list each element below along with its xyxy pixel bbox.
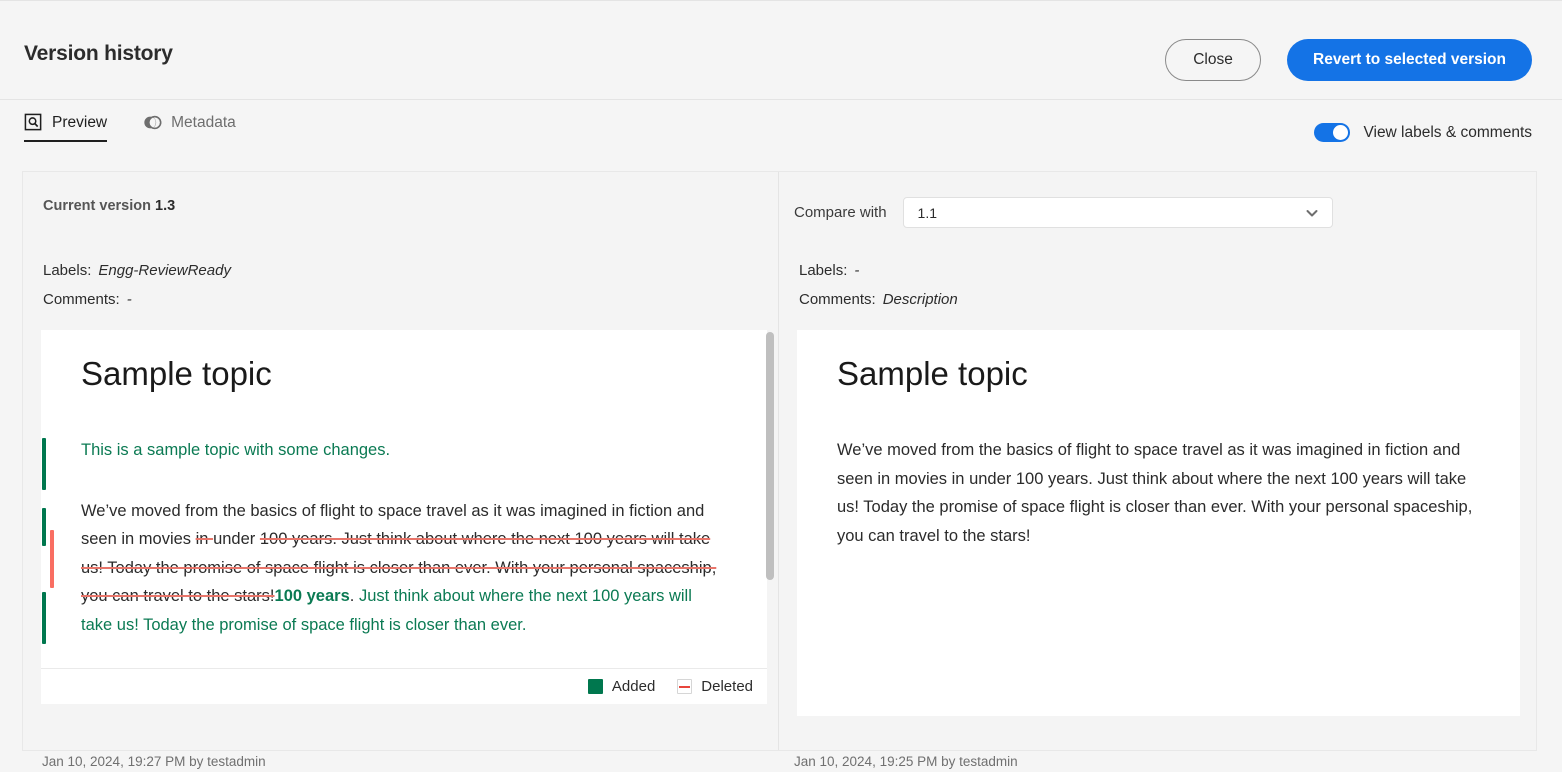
comments-value: - [126,291,132,308]
dialog-header: Version history Close Revert to selected… [0,2,1562,100]
comments-value: Description [882,291,958,308]
labels-value: - [854,262,860,279]
current-version-header: Current version 1.3 Labels: Engg-ReviewRe… [23,172,778,324]
labels-row: Labels: Engg-ReviewReady [43,256,231,285]
tab-preview-label: Preview [52,113,108,131]
labels-value: Engg-ReviewReady [98,262,231,279]
version-select[interactable]: 1.1 [902,197,1333,228]
revert-to-selected-version-button[interactable]: Revert to selected version [1287,39,1532,81]
diff-added-paragraph: This is a sample topic with some changes… [81,441,391,460]
diff-marker-added [42,592,46,644]
version-select-value: 1.1 [917,204,938,221]
added-swatch-icon [587,679,603,694]
panels-footer: Jan 10, 2024, 19:27 PM by testadmin Jan … [22,753,1537,772]
legend-item-added: Added [587,678,656,695]
diff-legend: Added Deleted [41,668,767,704]
compare-version-panel: Compare with 1.1 Labels: - Comments: Des… [779,172,1536,750]
tabs-row: Preview Metadata View labels & comments [0,101,1562,169]
current-version-panel: Current version 1.3 Labels: Engg-ReviewRe… [23,172,779,750]
compare-document-title: Sample topic [837,355,1028,392]
current-version-timestamp: Jan 10, 2024, 19:27 PM by testadmin [42,754,266,769]
diff-gutter [41,330,57,644]
compare-version-header: Compare with 1.1 Labels: - Comments: Des… [779,172,1536,324]
diff-document-card: Sample topic This is a sample topic with… [41,330,767,704]
compare-document-card: Sample topic We’ve moved from the basics… [797,330,1520,716]
current-version-meta: Labels: Engg-ReviewReady Comments: - [43,256,231,314]
diff-run-added-bold: 100 years [274,587,350,606]
comments-row: Comments: Description [799,285,958,314]
compare-version-timestamp: Jan 10, 2024, 19:25 PM by testadmin [794,754,1018,769]
compare-version-meta: Labels: - Comments: Description [799,256,958,314]
comments-key: Comments: [43,291,120,308]
diff-marker-added [42,508,46,546]
comments-row: Comments: - [43,285,231,314]
header-actions: Close Revert to selected version [1165,39,1532,81]
diff-run-deleted: in [195,530,214,549]
diff-scrollbar-thumb[interactable] [766,332,774,580]
comments-key: Comments: [799,291,876,308]
metadata-venn-icon [143,113,162,132]
compare-version-footer: Jan 10, 2024, 19:25 PM by testadmin [779,753,1537,772]
page-title: Version history [24,42,173,65]
diff-document-title: Sample topic [81,355,272,392]
legend-added-label: Added [611,678,656,695]
tab-metadata[interactable]: Metadata [143,113,236,142]
diff-document-body: Sample topic This is a sample topic with… [41,330,767,644]
chevron-down-icon [1304,205,1320,221]
diff-scrollbar[interactable] [765,330,775,698]
diff-run-equal: under [213,530,260,549]
view-labels-comments-toggle[interactable]: View labels & comments [1314,123,1532,142]
current-version-number: 1.3 [155,198,176,214]
comparison-panels: Current version 1.3 Labels: Engg-ReviewRe… [22,171,1537,751]
current-version-prefix: Current version [43,198,151,214]
tab-metadata-label: Metadata [171,113,236,131]
compare-with-row: Compare with 1.1 [794,197,1333,228]
labels-row: Labels: - [799,256,958,285]
diff-marker-deleted [50,530,54,588]
deleted-swatch-icon [677,679,693,694]
version-history-dialog: Version history Close Revert to selected… [0,0,1562,772]
preview-magnifier-icon [24,113,43,132]
tab-list: Preview Metadata [24,113,236,142]
current-version-footer: Jan 10, 2024, 19:27 PM by testadmin [22,753,779,772]
toggle-switch[interactable] [1314,123,1351,142]
compare-document-body: Sample topic We’ve moved from the basics… [797,330,1520,550]
toggle-label: View labels & comments [1363,123,1532,141]
compare-paragraph: We’ve moved from the basics of flight to… [837,441,1473,545]
toggle-knob [1333,125,1349,140]
close-button[interactable]: Close [1165,39,1262,81]
legend-deleted-label: Deleted [701,678,753,695]
compare-with-label: Compare with [794,204,887,221]
tab-preview[interactable]: Preview [24,113,108,142]
diff-paragraph: We’ve moved from the basics of flight to… [81,497,727,640]
current-version-label: Current version 1.3 [43,198,175,214]
labels-key: Labels: [799,262,848,279]
labels-key: Labels: [43,262,92,279]
legend-item-deleted: Deleted [677,678,753,695]
diff-marker-added [42,438,46,490]
